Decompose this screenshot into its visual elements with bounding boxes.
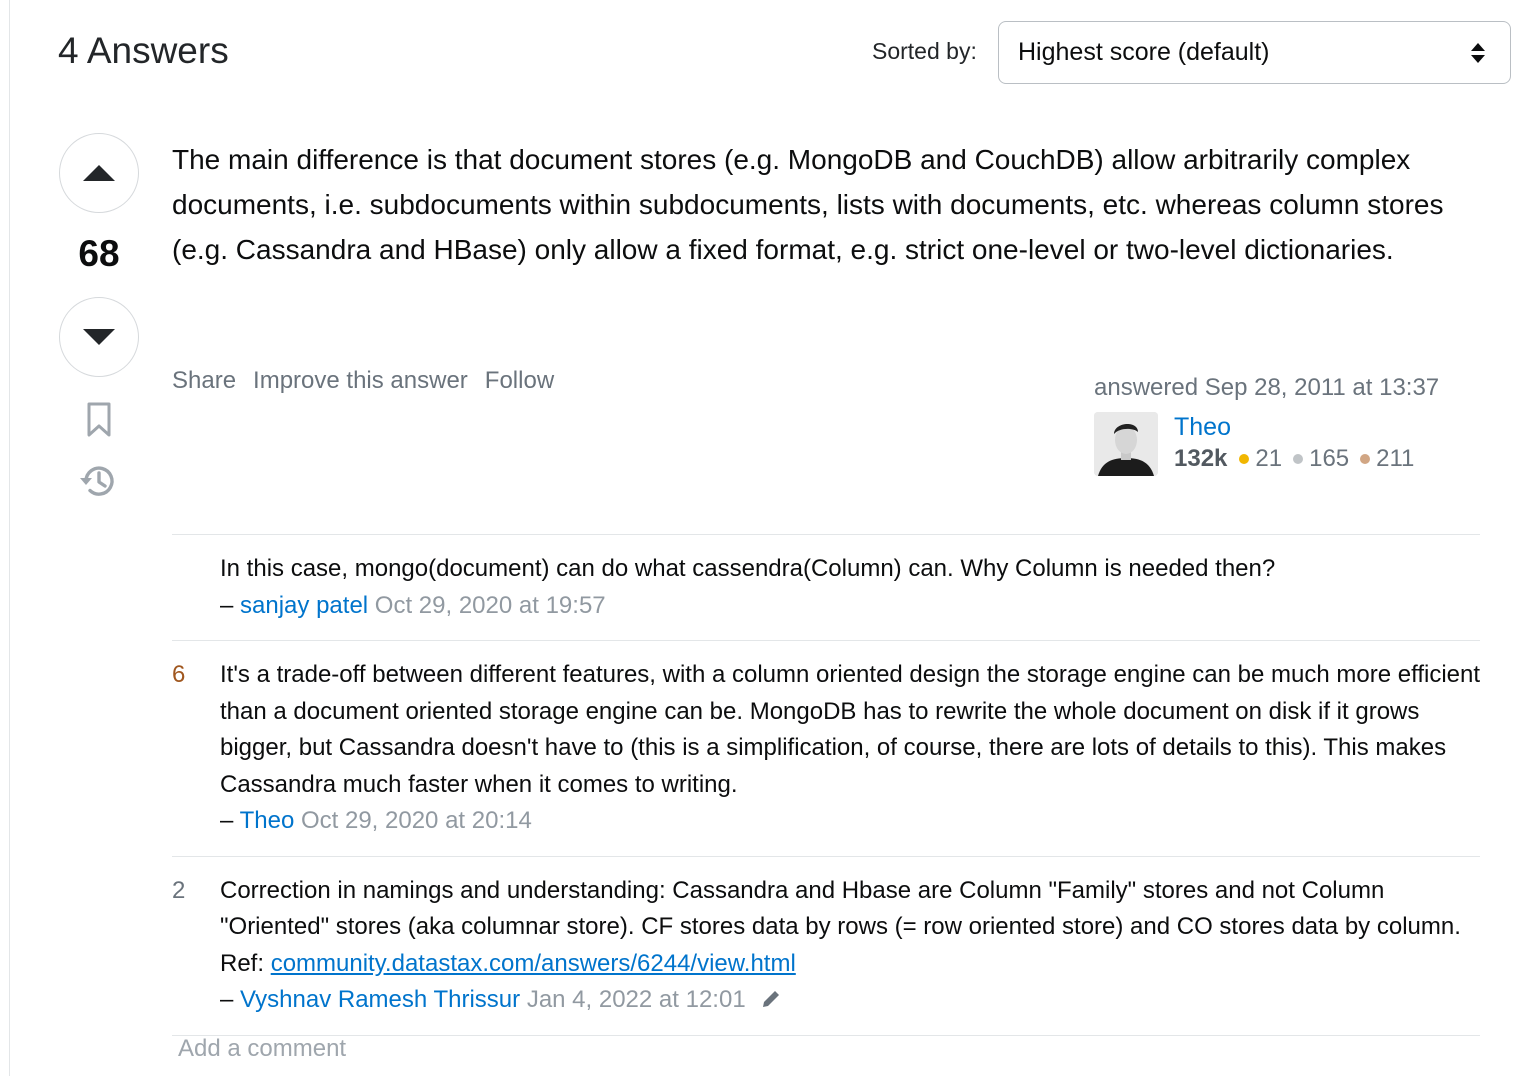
sort-arrows-icon	[1471, 43, 1485, 63]
left-border	[9, 0, 10, 1076]
comment-dash: –	[220, 986, 234, 1013]
comment-user[interactable]: Vyshnav Ramesh Thrissur	[240, 986, 520, 1013]
reputation: 132k	[1174, 445, 1228, 472]
comment-link[interactable]: community.datastax.com/answers/6244/view…	[271, 950, 796, 977]
upvote-button[interactable]	[59, 133, 139, 213]
bookmark-icon[interactable]	[86, 402, 112, 438]
comment: 6 It's a trade-off between different fea…	[172, 641, 1480, 857]
answers-count-title: 4 Answers	[58, 30, 229, 71]
comments-list: In this case, mongo(document) can do wha…	[172, 534, 1480, 1036]
post-menu: Share Improve this answer Follow	[172, 367, 554, 395]
sort-label: Sorted by:	[872, 38, 977, 64]
comment-date[interactable]: Jan 4, 2022 at 12:01	[527, 986, 746, 1013]
add-comment-link[interactable]: Add a comment	[178, 1035, 346, 1063]
comment-text: In this case, mongo(document) can do wha…	[220, 555, 1276, 582]
comment-dash: –	[220, 807, 234, 834]
comment-dash: –	[220, 591, 234, 619]
user-card: answered Sep 28, 2011 at 13:37 Theo 132k…	[1094, 374, 1474, 476]
follow-link[interactable]: Follow	[485, 367, 554, 395]
share-link[interactable]: Share	[172, 367, 236, 395]
comment: In this case, mongo(document) can do wha…	[172, 535, 1480, 641]
comment-score: 2	[172, 876, 186, 904]
user-stats: 132k 21 165 211	[1174, 445, 1425, 473]
silver-badges: 165	[1293, 445, 1349, 473]
gold-badge-count: 21	[1255, 445, 1283, 472]
downvote-button[interactable]	[59, 297, 139, 377]
answer-body: The main difference is that document sto…	[172, 144, 1444, 265]
gold-badges: 21	[1239, 445, 1282, 473]
answered-timestamp[interactable]: answered Sep 28, 2011 at 13:37	[1094, 374, 1474, 402]
comment: 2 Correction in namings and understandin…	[172, 857, 1480, 1036]
comment-score: 6	[172, 661, 186, 688]
gold-badge-icon	[1239, 454, 1250, 464]
triangle-down-icon	[83, 329, 115, 345]
improve-answer-link[interactable]: Improve this answer	[253, 367, 468, 395]
bronze-badge-icon	[1360, 454, 1371, 464]
silver-badge-icon	[1293, 454, 1304, 464]
sort-select[interactable]: Highest score (default)	[998, 21, 1511, 84]
comment-user[interactable]: sanjay patel	[240, 592, 368, 619]
vote-count: 68	[78, 233, 120, 274]
comment-text: It's a trade-off between different featu…	[220, 661, 1481, 798]
pencil-icon	[763, 989, 781, 1007]
comment-date[interactable]: Oct 29, 2020 at 19:57	[375, 592, 606, 619]
sort-select-value: Highest score (default)	[1018, 38, 1270, 66]
bronze-badge-count: 211	[1376, 445, 1415, 472]
comment-user[interactable]: Theo	[240, 807, 295, 834]
avatar[interactable]	[1094, 412, 1158, 476]
silver-badge-count: 165	[1309, 445, 1350, 472]
user-name[interactable]: Theo	[1174, 412, 1425, 442]
triangle-up-icon	[83, 165, 115, 181]
history-icon[interactable]	[78, 461, 118, 501]
bronze-badges: 211	[1360, 445, 1414, 473]
comment-date[interactable]: Oct 29, 2020 at 20:14	[301, 807, 532, 834]
